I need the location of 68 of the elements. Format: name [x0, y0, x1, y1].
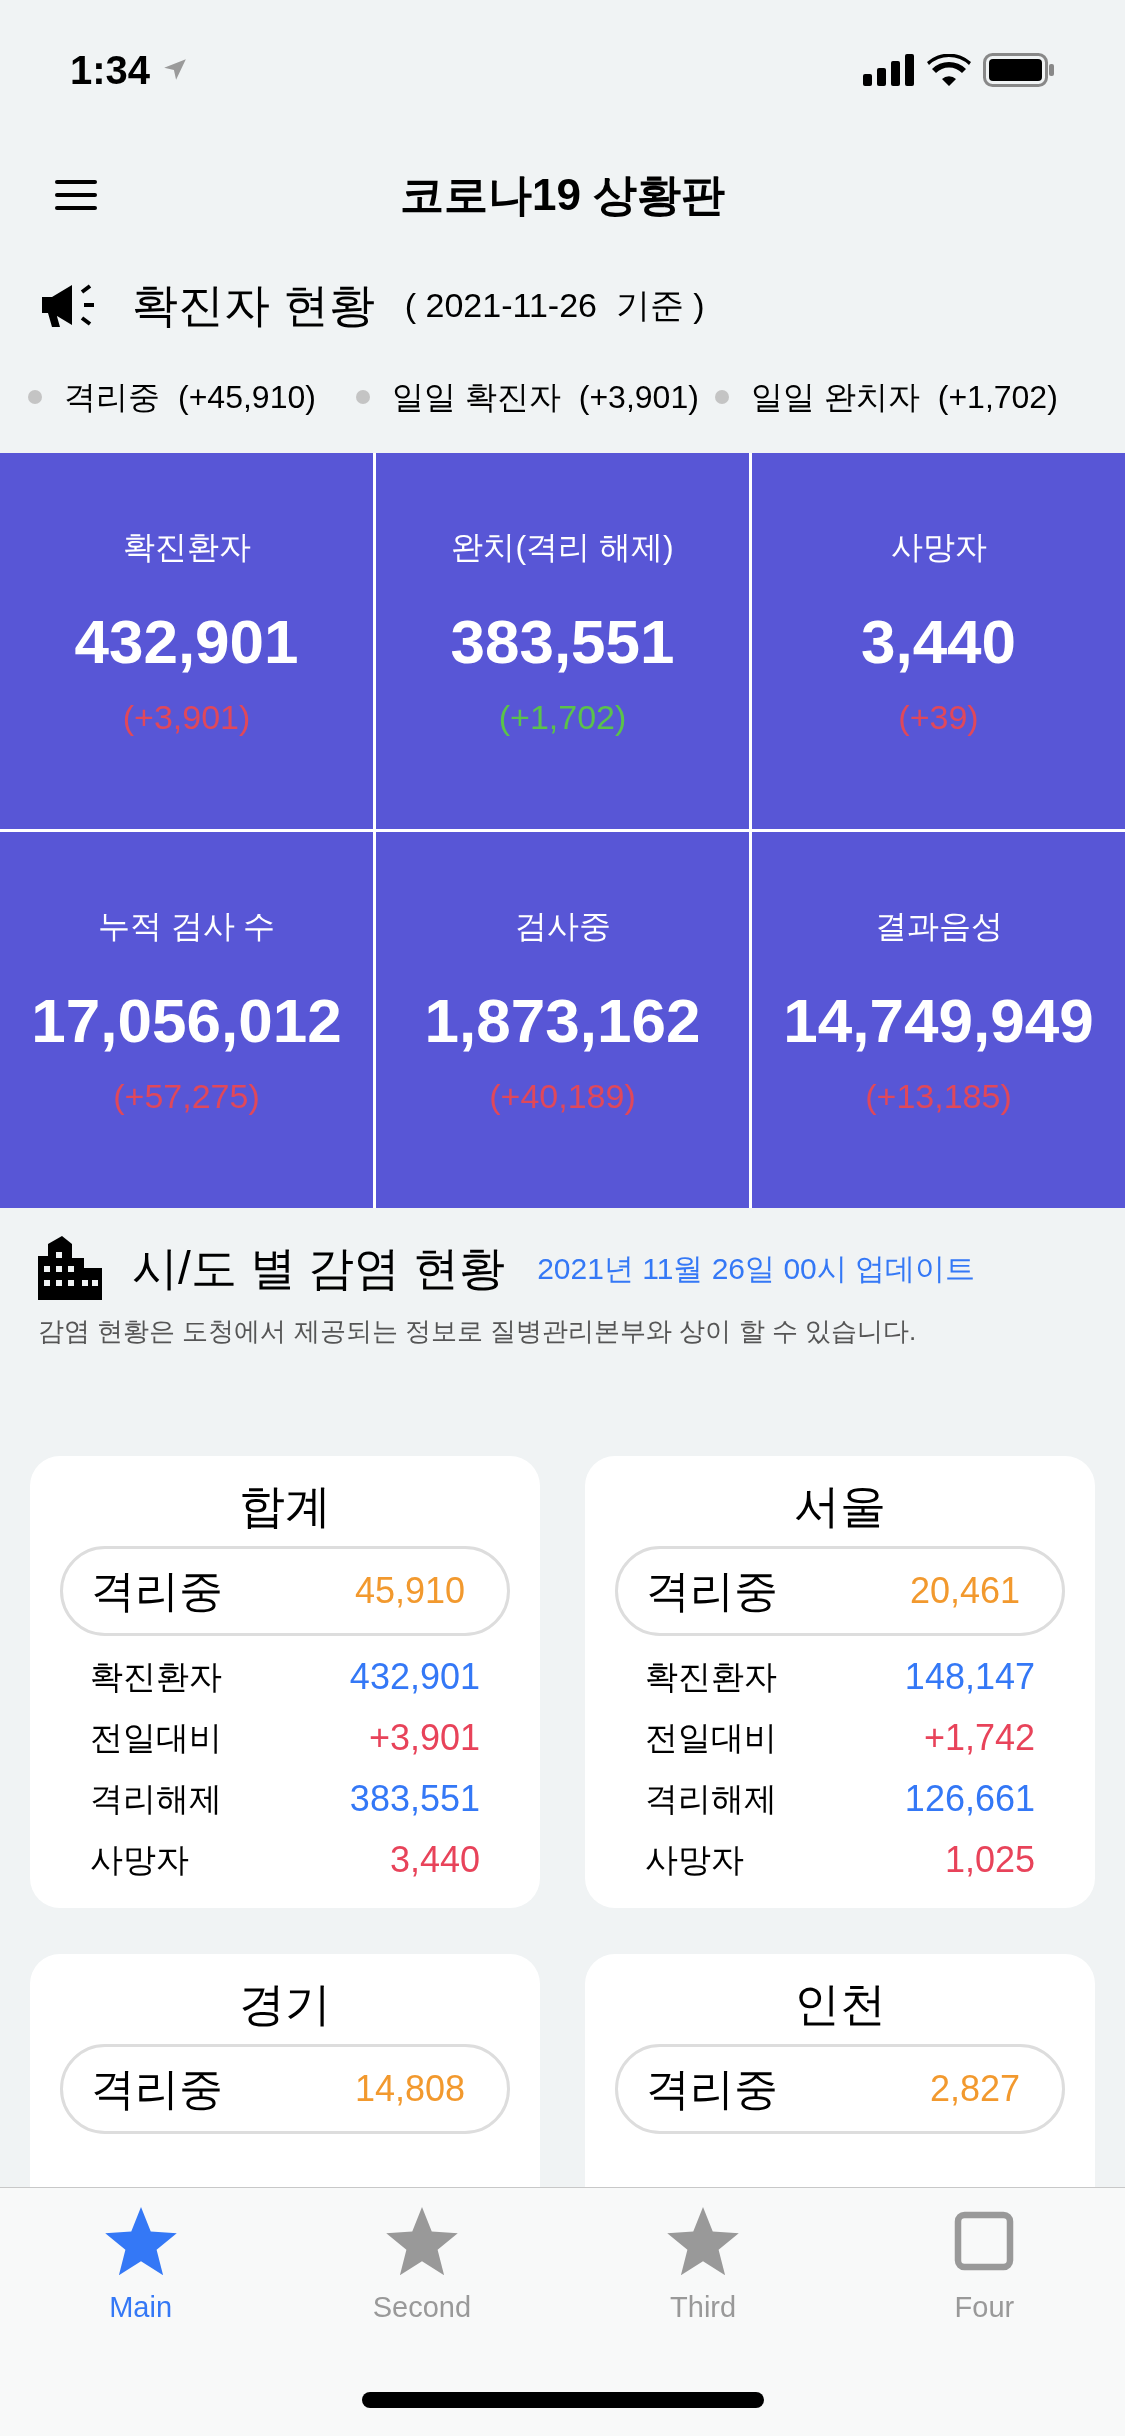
region-name: 경기 [238, 1977, 332, 2032]
tile-value: 3,440 [860, 606, 1017, 678]
region-name: 합계 [238, 1479, 332, 1534]
row-label: 확진환자 [90, 1656, 222, 1697]
row-value: 1,025 [944, 1837, 1035, 1882]
date-label: ( 2021-11-26 기준 ) [404, 284, 705, 326]
tile-value: 432,901 [74, 606, 299, 678]
section-title: 확진자 현황 [132, 277, 375, 333]
region-name: 서울 [793, 1479, 887, 1534]
tab-item[interactable]: Four [843, 2188, 1125, 2348]
wifi-icon [927, 54, 971, 86]
summary-value: (+1,702) [937, 378, 1058, 417]
tile-change: (+13,185) [865, 1076, 1012, 1117]
pill-label: 격리중 [646, 1565, 778, 1617]
summary-value: (+45,910) [178, 378, 316, 417]
row-label: 사망자 [90, 1839, 189, 1880]
tab-item[interactable]: Third [562, 2188, 844, 2348]
tile-change: (+1,702) [498, 697, 627, 738]
row-label: 전일대비 [90, 1717, 222, 1758]
pill-value: 20,461 [909, 1569, 1020, 1613]
region-name: 인천 [793, 1977, 887, 2032]
summary-label: 격리중 [64, 378, 160, 417]
menu-icon[interactable] [55, 180, 97, 210]
row-label: 사망자 [645, 1839, 744, 1880]
summary-label: 일일 확진자 [391, 378, 561, 417]
pill-label: 격리중 [91, 1565, 223, 1617]
row-value: 383,551 [349, 1776, 480, 1821]
signal-icon [863, 54, 915, 86]
pill-value: 14,808 [354, 2067, 465, 2111]
pill-value: 2,827 [929, 2067, 1020, 2111]
row-value: +1,742 [923, 1715, 1035, 1760]
row-label: 확진환자 [645, 1656, 777, 1697]
tile-change: (+39) [898, 697, 979, 738]
row-value: 126,661 [904, 1776, 1035, 1821]
tile-value: 383,551 [450, 606, 675, 678]
row-label: 전일대비 [645, 1717, 777, 1758]
battery-icon [983, 53, 1055, 87]
tile-change: (+57,275) [113, 1076, 260, 1117]
row-value: 432,901 [349, 1654, 480, 1699]
tile-label: 결과음성 [874, 907, 1003, 946]
pill-label: 격리중 [646, 2063, 778, 2115]
notice-text: 감염 현황은 도청에서 제공되는 정보로 질병관리본부와 상이 할 수 있습니다. [38, 1316, 917, 1346]
building-icon [38, 1236, 102, 1300]
summary-label: 일일 완치자 [750, 378, 920, 417]
tile-label: 누적 검사 수 [97, 907, 276, 946]
tab-item[interactable]: Main [0, 2188, 282, 2348]
row-label: 격리해제 [90, 1778, 222, 1819]
update-time: 2021년 11월 26일 00시 업데이트 [537, 1250, 976, 1287]
tile-label: 검사중 [514, 907, 611, 946]
section-title: 시/도 별 감염 현황 [132, 1240, 506, 1296]
tile-label: 완치(격리 해제) [451, 528, 674, 567]
row-label: 격리해제 [645, 1778, 777, 1819]
tile-value: 1,873,162 [424, 985, 701, 1057]
tile-label: 확진환자 [122, 528, 251, 567]
tile-change: (+3,901) [122, 697, 251, 738]
row-value: 148,147 [904, 1654, 1035, 1699]
tile-value: 14,749,949 [783, 985, 1094, 1057]
pill-label: 격리중 [91, 2063, 223, 2115]
tab-item[interactable]: Second [281, 2188, 563, 2348]
summary-value: (+3,901) [578, 378, 699, 417]
status-time: 1:34 [70, 47, 151, 94]
tile-label: 사망자 [890, 528, 987, 567]
tile-value: 17,056,012 [31, 985, 342, 1057]
row-value: +3,901 [368, 1715, 480, 1760]
row-value: 3,440 [389, 1837, 480, 1882]
pill-value: 45,910 [354, 1569, 465, 1613]
tile-change: (+40,189) [489, 1076, 636, 1117]
screen-title: 코로나19 상황판 [399, 170, 726, 219]
